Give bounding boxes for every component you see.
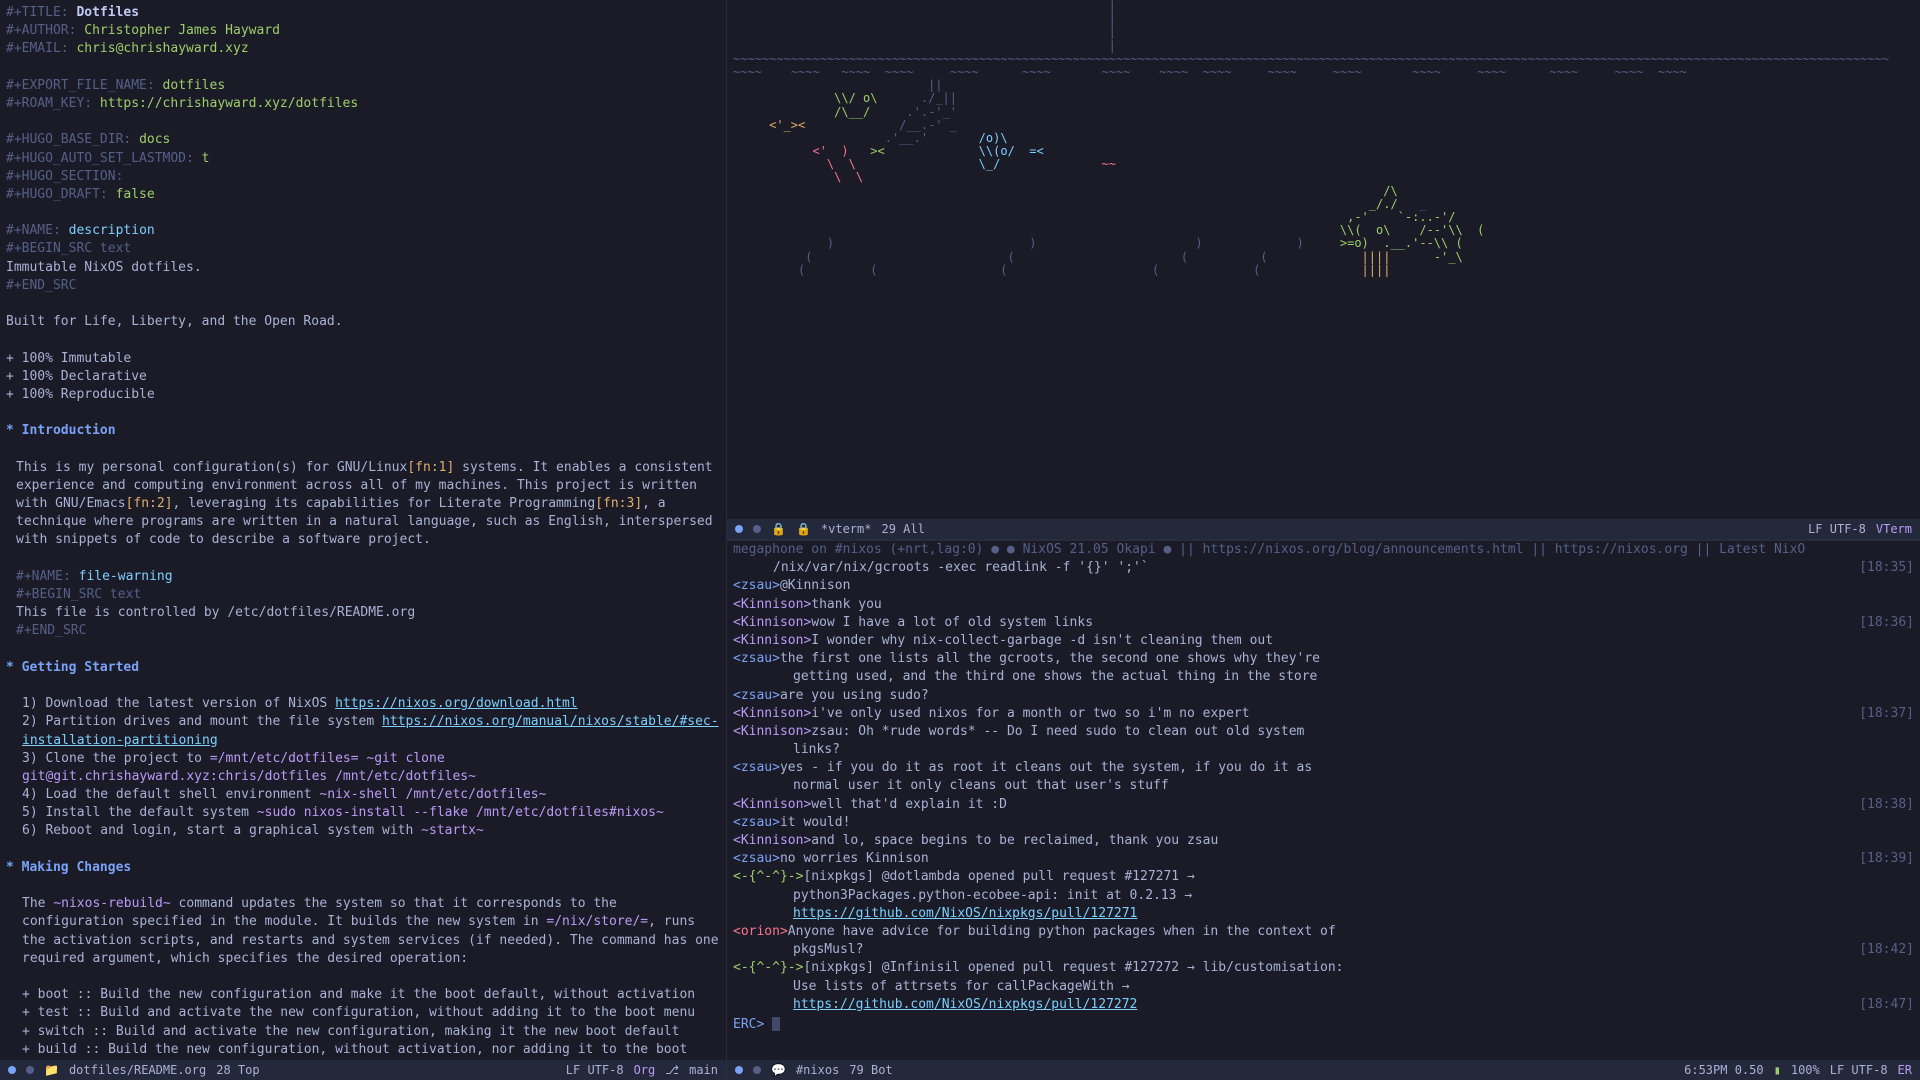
- irc-buffer-pane[interactable]: megaphone on #nixos (+nrt,lag:0) ● ● Nix…: [727, 541, 1920, 1080]
- irc-line: <zsau> @Kinnison: [733, 577, 1914, 595]
- irc-line: pkgsMusl?[18:42]: [733, 941, 1914, 959]
- org-meta-block: #+TITLE: Dotfiles #+AUTHOR: Christopher …: [6, 4, 720, 204]
- heading-making-changes[interactable]: * Making Changes: [6, 859, 720, 877]
- irc-line: <-{^-^}-> [nixpkgs] @Infinisil opened pu…: [733, 959, 1914, 977]
- org-buffer-pane[interactable]: #+TITLE: Dotfiles #+AUTHOR: Christopher …: [0, 0, 727, 1080]
- git-branch[interactable]: main: [689, 1062, 718, 1079]
- encoding: LF UTF-8: [1830, 1062, 1888, 1079]
- heading-introduction[interactable]: * Introduction: [6, 422, 720, 440]
- irc-line: https://github.com/NixOS/nixpkgs/pull/12…: [733, 905, 1914, 923]
- irc-line: <Kinnison> and lo, space begins to be re…: [733, 832, 1914, 850]
- git-branch-icon: ⎇: [665, 1062, 679, 1079]
- irc-line: <Kinnison> thank you: [733, 596, 1914, 614]
- encoding: LF UTF-8: [1808, 521, 1866, 538]
- irc-line: <orion> Anyone have advice for building …: [733, 923, 1914, 941]
- irc-topic: megaphone on #nixos (+nrt,lag:0) ● ● Nix…: [733, 541, 1914, 559]
- ascii-art: | | | | ~~~~~~~~~~~~~~~~~~~~~~~~~~~~~~~~…: [733, 0, 1914, 277]
- modeline-vterm[interactable]: 🔒 🔒 *vterm* 29 All LF UTF-8 VTerm: [727, 519, 1920, 539]
- tagline: Built for Life, Liberty, and the Open Ro…: [6, 313, 720, 331]
- irc-line: <zsau> it would!: [733, 814, 1914, 832]
- irc-line: <Kinnison> wow I have a lot of old syste…: [733, 614, 1914, 632]
- heading-getting-started[interactable]: * Getting Started: [6, 659, 720, 677]
- org-title: Dotfiles: [76, 5, 139, 20]
- irc-link[interactable]: https://github.com/NixOS/nixpkgs/pull/12…: [793, 905, 1137, 923]
- buffer-position: 79 Bot: [849, 1062, 892, 1079]
- org-kw: #+TITLE:: [6, 5, 69, 20]
- irc-line: Use lists of attrsets for callPackageWit…: [733, 978, 1914, 996]
- chat-icon: 💬: [771, 1062, 786, 1079]
- major-mode[interactable]: VTerm: [1876, 521, 1912, 538]
- irc-line: <Kinnison> well that'd explain it :D[18:…: [733, 796, 1914, 814]
- vterm-pane[interactable]: | | | | ~~~~~~~~~~~~~~~~~~~~~~~~~~~~~~~~…: [727, 0, 1920, 539]
- irc-line: <Kinnison> I wonder why nix-collect-garb…: [733, 632, 1914, 650]
- modeline-irc[interactable]: 💬 #nixos 79 Bot 6:53PM 0.50 ▮ 100% LF UT…: [727, 1060, 1920, 1080]
- getting-started-list: 1) Download the latest version of NixOS …: [6, 695, 720, 841]
- status-dot-icon: [26, 1066, 34, 1074]
- irc-line: <zsau> yes - if you do it as root it cle…: [733, 759, 1914, 777]
- irc-line: python3Packages.python-ecobee-api: init …: [733, 887, 1914, 905]
- status-dot-icon: [8, 1066, 16, 1074]
- major-mode[interactable]: ER: [1898, 1062, 1912, 1079]
- status-dot-icon: [753, 1066, 761, 1074]
- battery-icon: ▮: [1774, 1062, 1781, 1079]
- irc-line: getting used, and the third one shows th…: [733, 668, 1914, 686]
- irc-line: https://github.com/NixOS/nixpkgs/pull/12…: [733, 996, 1914, 1014]
- clock: 6:53PM 0.50: [1684, 1062, 1763, 1079]
- status-dot-icon: [735, 525, 743, 533]
- buffer-position: 28 Top: [216, 1062, 259, 1079]
- buffer-name[interactable]: #nixos: [796, 1062, 839, 1079]
- status-dot-icon: [753, 525, 761, 533]
- buffer-position: 29 All: [881, 521, 924, 538]
- buffer-name[interactable]: *vterm*: [821, 521, 872, 538]
- irc-prompt: ERC>: [733, 1017, 764, 1032]
- irc-log[interactable]: <zsau> @Kinnison<Kinnison> thank you<Kin…: [733, 577, 1914, 1014]
- modeline-left[interactable]: 📁 dotfiles/README.org 28 Top LF UTF-8 Or…: [0, 1060, 726, 1080]
- irc-line: <Kinnison> zsau: Oh *rude words* -- Do I…: [733, 723, 1914, 741]
- irc-input[interactable]: [772, 1017, 780, 1031]
- buffer-name[interactable]: dotfiles/README.org: [69, 1062, 206, 1079]
- irc-link[interactable]: https://github.com/NixOS/nixpkgs/pull/12…: [793, 996, 1137, 1014]
- major-mode[interactable]: Org: [634, 1062, 656, 1079]
- lock-icon: 🔒: [771, 521, 786, 538]
- status-dot-icon: [735, 1066, 743, 1074]
- irc-line: <-{^-^}-> [nixpkgs] @dotlambda opened pu…: [733, 868, 1914, 886]
- battery-pct: 100%: [1791, 1062, 1820, 1079]
- encoding: LF UTF-8: [566, 1062, 624, 1079]
- download-link[interactable]: https://nixos.org/download.html: [335, 696, 578, 711]
- irc-line: links?: [733, 741, 1914, 759]
- folder-icon: 📁: [44, 1062, 59, 1079]
- irc-line: <zsau> are you using sudo?: [733, 687, 1914, 705]
- irc-line: <zsau> the first one lists all the gcroo…: [733, 650, 1914, 668]
- lock-icon: 🔒: [796, 521, 811, 538]
- intro-paragraph: This is my personal configuration(s) for…: [6, 459, 720, 550]
- irc-line: <zsau> no worries Kinnison[18:39]: [733, 850, 1914, 868]
- irc-line: <Kinnison> i've only used nixos for a mo…: [733, 705, 1914, 723]
- irc-line: normal user it only cleans out that user…: [733, 777, 1914, 795]
